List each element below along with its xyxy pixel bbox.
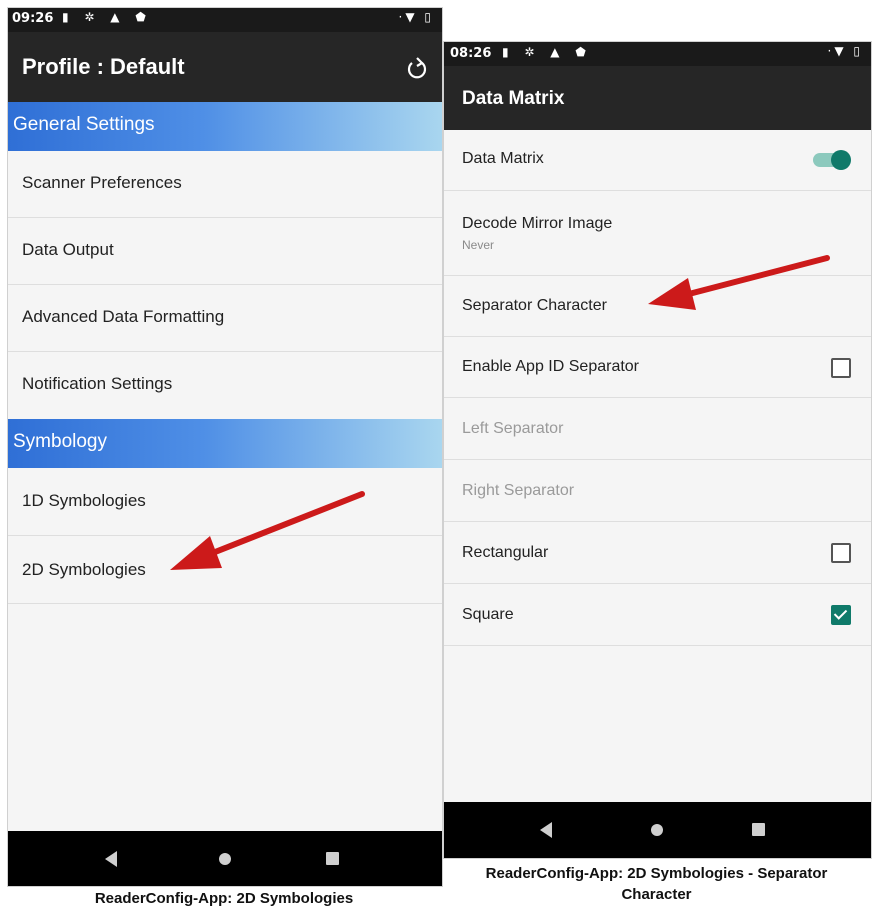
setting-label: Square [462,606,514,623]
left-phone-screen: 09:26 ▮ ✲ ▲ ⬟ ·▼ ▯ Profile : Default Gen… [7,7,443,887]
page-title: Data Matrix [462,88,565,109]
app-id-separator-checkbox[interactable] [831,358,851,378]
recent-apps-icon[interactable] [326,852,339,865]
rectangular-checkbox[interactable] [831,543,851,563]
menu-item-label: Notification Settings [22,374,173,393]
setting-label: Decode Mirror Image [462,215,613,232]
setting-enable-app-id-separator[interactable]: Enable App ID Separator [444,337,871,398]
left-caption: ReaderConfig-App: 2D Symbologies [94,890,354,907]
notification-icons: ▮ ✲ ▲ ⬟ [62,10,152,24]
menu-item-2d-symbologies[interactable]: 2D Symbologies [8,536,442,604]
menu-item-label: 1D Symbologies [22,491,146,510]
page-title: Profile : Default [22,54,185,79]
menu-item-notification-settings[interactable]: Notification Settings [8,352,442,419]
setting-label: Enable App ID Separator [462,358,640,375]
status-bar: 08:26 ▮ ✲ ▲ ⬟ ·▼ ▯ [444,42,871,66]
menu-item-data-output[interactable]: Data Output [8,218,442,285]
right-phone-screen: 08:26 ▮ ✲ ▲ ⬟ ·▼ ▯ Data Matrix Data Matr… [443,41,872,859]
back-icon[interactable] [540,822,552,838]
section-header-label: General Settings [13,114,155,135]
wifi-battery-icon: ·▼ ▯ [827,44,863,58]
app-bar: Data Matrix [444,66,871,130]
navigation-bar [8,831,442,886]
menu-item-label: Advanced Data Formatting [22,307,225,326]
menu-item-1d-symbologies[interactable]: 1D Symbologies [8,468,442,536]
setting-separator-character[interactable]: Separator Character [444,276,871,337]
status-time: 08:26 [450,46,492,61]
setting-right-separator: Right Separator [444,460,871,522]
setting-square[interactable]: Square [444,584,871,646]
menu-item-label: 2D Symbologies [22,560,146,579]
section-header-label: Symbology [13,431,107,452]
section-general-settings: General Settings [8,102,442,151]
right-caption-line2: Character [621,886,692,903]
setting-label: Left Separator [462,420,564,437]
setting-data-matrix[interactable]: Data Matrix [444,130,871,191]
setting-summary: Never [462,238,495,252]
setting-decode-mirror-image[interactable]: Decode Mirror Image Never [444,191,871,276]
status-time: 09:26 [12,11,54,26]
square-checkbox[interactable] [831,605,851,625]
data-matrix-toggle[interactable] [831,150,851,170]
recent-apps-icon[interactable] [752,823,765,836]
back-icon[interactable] [105,851,117,867]
section-symbology: Symbology [8,419,442,468]
app-bar: Profile : Default [8,32,442,102]
setting-rectangular[interactable]: Rectangular [444,522,871,584]
wifi-battery-icon: ·▼ ▯ [398,10,434,24]
setting-label: Right Separator [462,482,575,499]
home-icon[interactable] [219,853,231,865]
home-icon[interactable] [651,824,663,836]
setting-label: Rectangular [462,544,549,561]
right-caption: ReaderConfig-App: 2D Symbologies - Separ… [443,863,870,905]
setting-label: Data Matrix [462,150,544,167]
right-caption-line1: ReaderConfig-App: 2D Symbologies - Separ… [485,865,828,882]
menu-item-label: Scanner Preferences [22,173,182,192]
setting-left-separator: Left Separator [444,398,871,460]
menu-item-advanced-data-formatting[interactable]: Advanced Data Formatting [8,285,442,352]
refresh-icon[interactable] [406,56,428,80]
setting-label: Separator Character [462,297,607,314]
notification-icons: ▮ ✲ ▲ ⬟ [502,45,592,59]
menu-item-scanner-preferences[interactable]: Scanner Preferences [8,151,442,218]
navigation-bar [444,802,871,858]
menu-item-label: Data Output [22,240,114,259]
status-bar: 09:26 ▮ ✲ ▲ ⬟ ·▼ ▯ [8,8,442,32]
